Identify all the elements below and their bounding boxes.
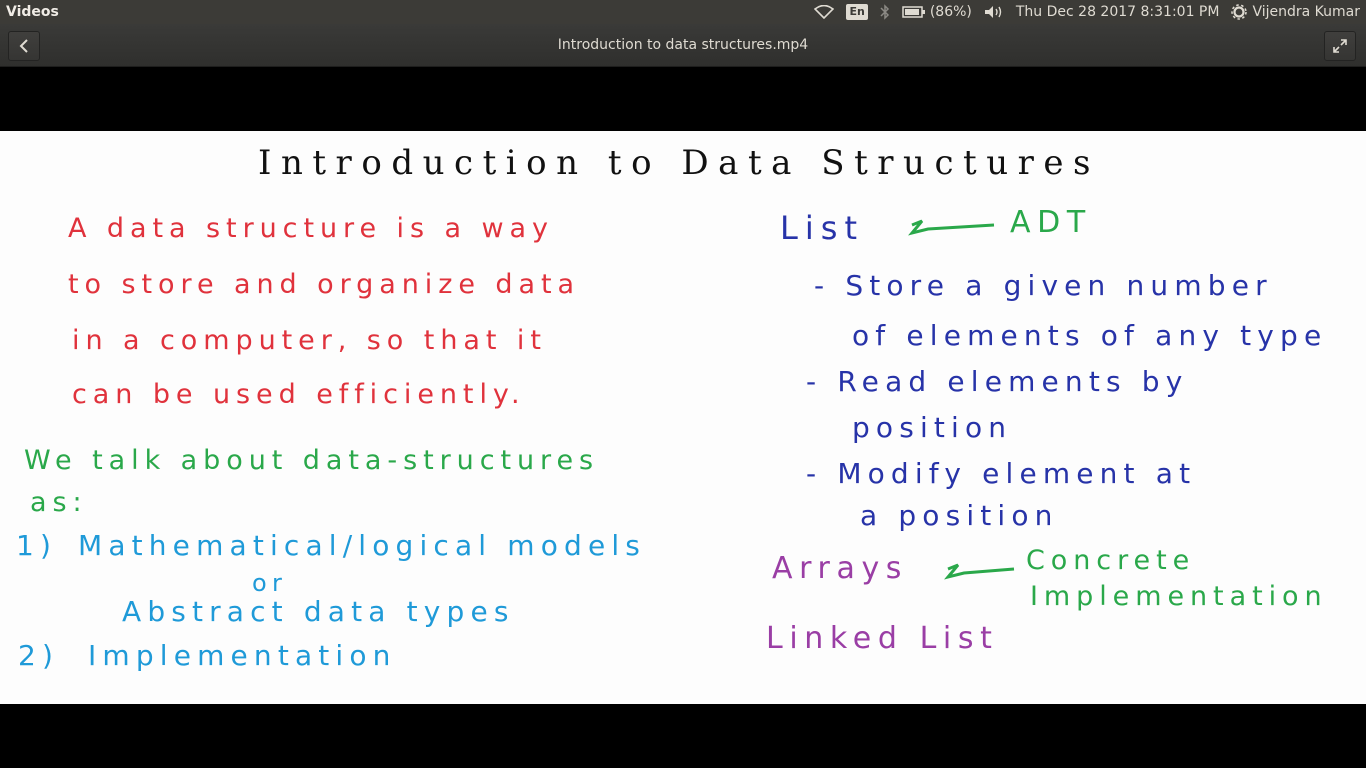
talk-line-2: as: xyxy=(30,487,88,518)
video-frame: Introduction to Data Structures A data s… xyxy=(0,131,1366,704)
arrays-arrow xyxy=(944,563,1015,580)
linked-list-label: Linked List xyxy=(766,621,999,656)
keyboard-layout-label: En xyxy=(846,4,868,20)
session-menu[interactable]: Vijendra Kumar xyxy=(1225,0,1366,24)
list-point-2: - Read elements by xyxy=(806,365,1189,398)
item-1-or: or xyxy=(252,569,288,597)
gear-icon xyxy=(1231,4,1248,20)
definition-line-1: A data structure is a way xyxy=(68,213,554,244)
fullscreen-icon xyxy=(1333,39,1347,53)
app-name: Videos xyxy=(6,4,59,20)
indicator-area: En (86%) Thu Dec 28 2017 8:31:01 PM Vije… xyxy=(808,0,1366,24)
slide-title: Introduction to Data Structures xyxy=(258,143,1100,183)
list-point-1-cont: of elements of any type xyxy=(852,319,1328,352)
system-top-panel: Videos En (86%) Thu Dec 28 2017 8:31:01 … xyxy=(0,0,1366,24)
concrete-line-2: Implementation xyxy=(1030,581,1328,612)
bluetooth-icon[interactable] xyxy=(874,0,896,24)
definition-line-2: to store and organize data xyxy=(68,269,581,300)
list-point-3: - Modify element at xyxy=(806,457,1197,490)
keyboard-layout-indicator[interactable]: En xyxy=(840,0,873,24)
window-header: Introduction to data structures.mp4 xyxy=(0,24,1366,67)
fullscreen-button[interactable] xyxy=(1324,31,1356,61)
item-2-text: Implementation xyxy=(88,639,397,672)
list-point-2-cont: position xyxy=(852,411,1013,444)
battery-indicator[interactable]: (86%) xyxy=(896,0,978,24)
wifi-icon[interactable] xyxy=(808,0,840,24)
arrays-label: Arrays xyxy=(772,551,909,586)
item-1-number: 1) xyxy=(16,529,58,562)
battery-icon xyxy=(902,6,925,18)
list-label: List xyxy=(780,209,865,247)
concrete-line-1: Concrete xyxy=(1026,545,1196,576)
definition-line-3: in a computer, so that it xyxy=(72,325,547,356)
list-adt-arrow xyxy=(908,219,995,236)
item-1-text: Mathematical/logical models xyxy=(78,529,647,562)
list-adt-label: ADT xyxy=(1010,205,1092,240)
video-area[interactable]: Introduction to Data Structures A data s… xyxy=(0,67,1366,768)
volume-icon[interactable] xyxy=(978,0,1010,24)
definition-line-4: can be used efficiently. xyxy=(72,379,526,410)
item-2-number: 2) xyxy=(18,639,60,672)
list-point-1: - Store a given number xyxy=(814,269,1273,302)
user-name: Vijendra Kumar xyxy=(1252,4,1360,20)
talk-line-1: We talk about data-structures xyxy=(24,445,600,476)
item-1-sub: Abstract data types xyxy=(122,595,515,628)
video-title: Introduction to data structures.mp4 xyxy=(557,37,809,53)
clock[interactable]: Thu Dec 28 2017 8:31:01 PM xyxy=(1010,0,1226,24)
battery-percent: (86%) xyxy=(929,4,972,20)
list-point-3-cont: a position xyxy=(860,499,1059,532)
